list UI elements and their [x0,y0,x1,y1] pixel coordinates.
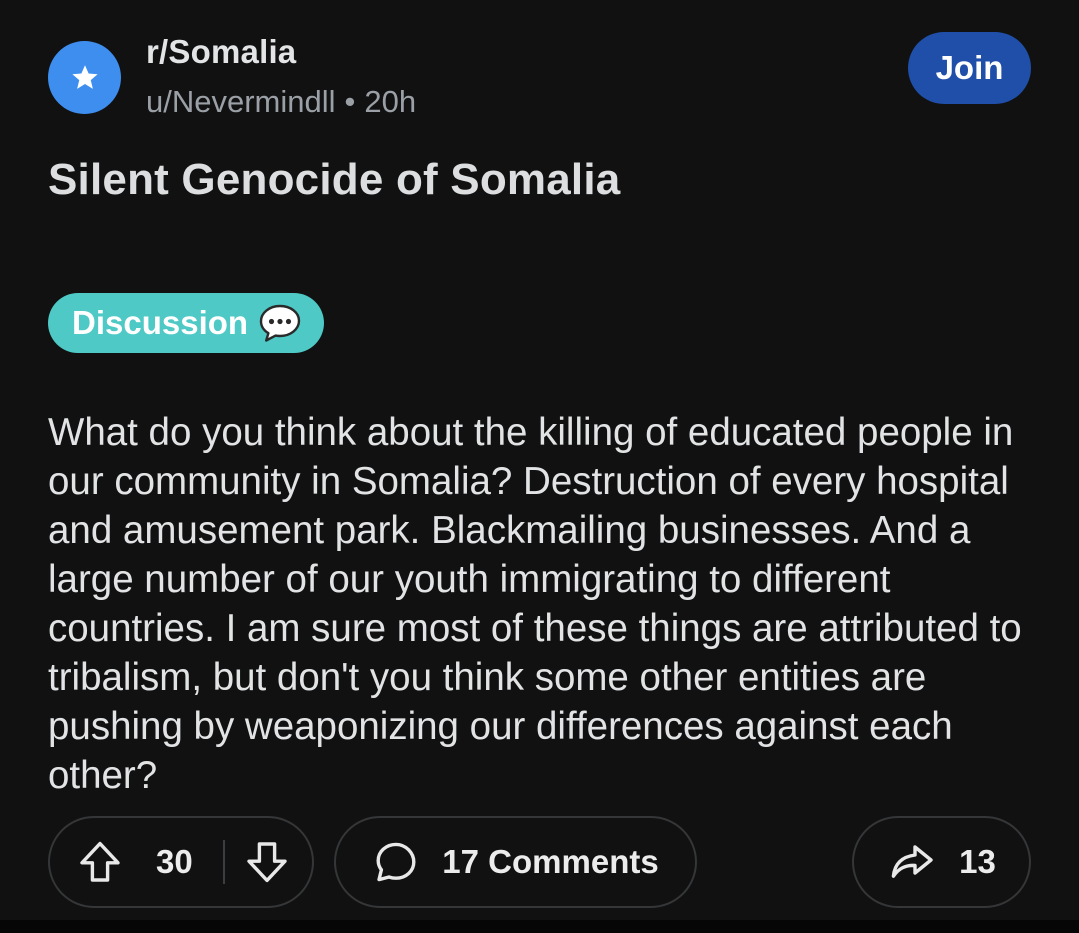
vote-controls: 30 [48,816,314,908]
share-count: 13 [959,843,996,880]
post-card: r/Somalia u/Nevermindll • 20h Join Silen… [0,0,1079,920]
comments-label: 17 Comments [442,843,659,880]
join-button[interactable]: Join [908,32,1031,104]
post-title[interactable]: Silent Genocide of Somalia [48,155,620,205]
vote-score: 30 [156,843,193,880]
post-meta: u/Nevermindll • 20h [146,84,416,120]
subreddit-name[interactable]: r/Somalia [146,33,296,71]
post-age: 20h [364,84,417,119]
comments-button[interactable]: 17 Comments [334,816,697,908]
author-name[interactable]: u/Nevermindll [146,84,336,120]
subreddit-avatar[interactable] [48,41,121,114]
share-button[interactable]: 13 [852,816,1031,908]
bottom-edge [0,920,1079,933]
downvote-arrow-icon[interactable] [243,838,291,886]
share-arrow-icon [887,838,937,886]
comment-bubble-icon [372,838,420,886]
speech-balloon-icon [258,303,302,343]
flair-badge[interactable]: Discussion [48,293,325,353]
vote-divider [222,840,225,884]
post-body[interactable]: What do you think about the killing of e… [48,408,1038,800]
meta-separator: • [344,84,356,119]
star-icon [71,64,98,89]
flair-label: Discussion [72,304,249,341]
upvote-arrow-icon[interactable] [76,838,124,886]
